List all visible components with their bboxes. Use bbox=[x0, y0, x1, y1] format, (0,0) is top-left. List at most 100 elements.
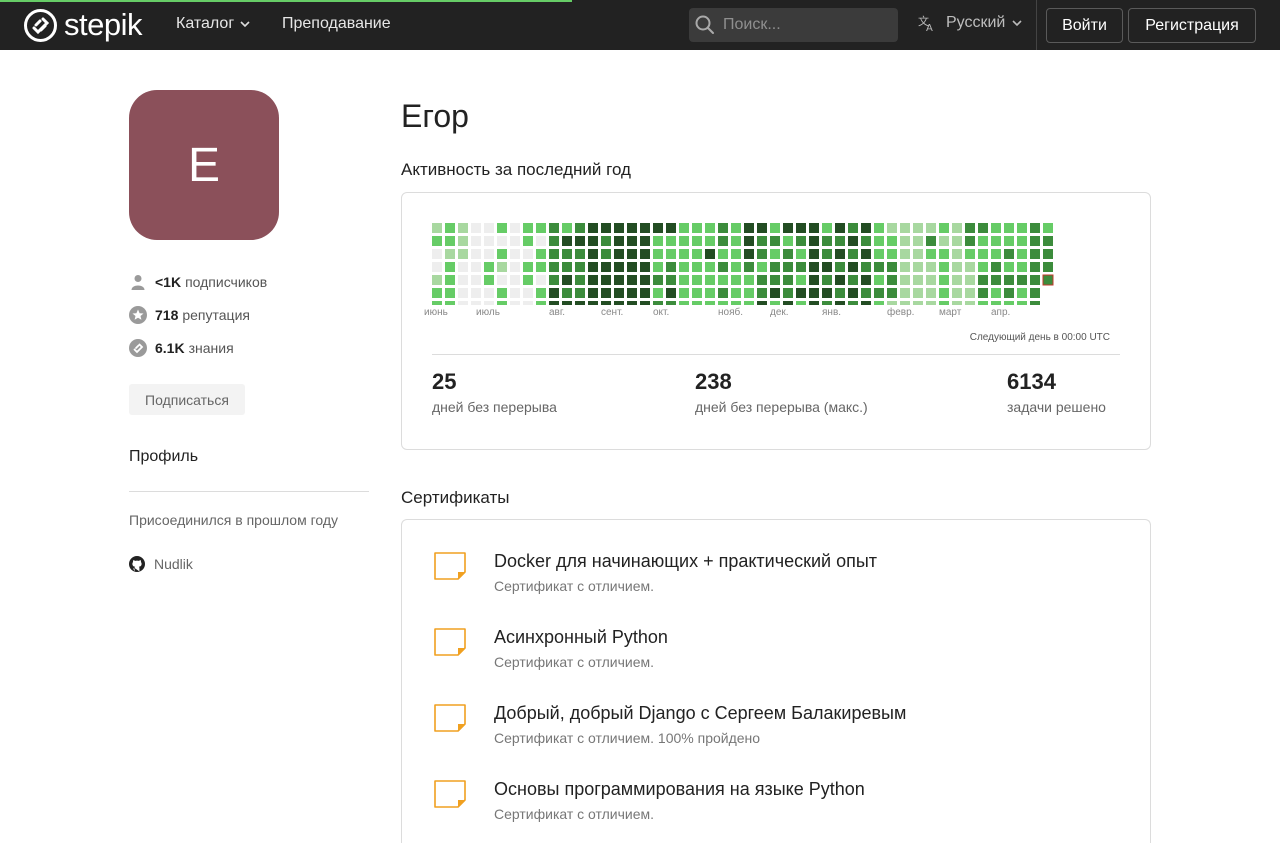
heatmap-cell[interactable] bbox=[978, 249, 988, 259]
heatmap-cell[interactable] bbox=[757, 249, 767, 259]
search-box[interactable] bbox=[689, 8, 898, 42]
heatmap-cell[interactable] bbox=[757, 236, 767, 246]
heatmap-cell[interactable] bbox=[601, 236, 611, 246]
heatmap-cell[interactable] bbox=[965, 249, 975, 259]
heatmap-cell[interactable] bbox=[536, 301, 546, 305]
heatmap-cell[interactable] bbox=[679, 249, 689, 259]
certificate-item[interactable]: Docker для начинающих + практический опы… bbox=[433, 550, 877, 594]
heatmap-cell[interactable] bbox=[926, 249, 936, 259]
heatmap-cell[interactable] bbox=[653, 275, 663, 285]
certificate-title[interactable]: Docker для начинающих + практический опы… bbox=[494, 550, 877, 572]
heatmap-cell[interactable] bbox=[913, 262, 923, 272]
heatmap-cell[interactable] bbox=[1017, 236, 1027, 246]
heatmap-cell[interactable] bbox=[783, 236, 793, 246]
heatmap-cell[interactable] bbox=[1017, 223, 1027, 233]
heatmap-cell[interactable] bbox=[640, 236, 650, 246]
heatmap-cell[interactable] bbox=[900, 262, 910, 272]
heatmap-cell[interactable] bbox=[926, 301, 936, 305]
heatmap-cell[interactable] bbox=[978, 236, 988, 246]
heatmap-cell[interactable] bbox=[1030, 288, 1040, 298]
heatmap-cell[interactable] bbox=[1004, 262, 1014, 272]
heatmap-cell[interactable] bbox=[510, 249, 520, 259]
heatmap-cell[interactable] bbox=[926, 223, 936, 233]
heatmap-cell[interactable] bbox=[783, 223, 793, 233]
heatmap-cell[interactable] bbox=[471, 262, 481, 272]
heatmap-cell[interactable] bbox=[445, 301, 455, 305]
heatmap-cell[interactable] bbox=[484, 275, 494, 285]
heatmap-cell[interactable] bbox=[874, 223, 884, 233]
heatmap-cell[interactable] bbox=[861, 288, 871, 298]
heatmap-cell[interactable] bbox=[757, 223, 767, 233]
heatmap-cell[interactable] bbox=[523, 236, 533, 246]
heatmap-cell[interactable] bbox=[757, 262, 767, 272]
heatmap-cell[interactable] bbox=[991, 288, 1001, 298]
heatmap-cell[interactable] bbox=[1043, 236, 1053, 246]
heatmap-cell[interactable] bbox=[731, 288, 741, 298]
heatmap-cell[interactable] bbox=[588, 275, 598, 285]
heatmap-cell[interactable] bbox=[796, 262, 806, 272]
heatmap-cell[interactable] bbox=[614, 301, 624, 305]
heatmap-cell[interactable] bbox=[887, 236, 897, 246]
heatmap-cell[interactable] bbox=[848, 275, 858, 285]
heatmap-cell[interactable] bbox=[445, 288, 455, 298]
heatmap-cell[interactable] bbox=[601, 223, 611, 233]
heatmap-cell[interactable] bbox=[497, 236, 507, 246]
heatmap-cell[interactable] bbox=[614, 275, 624, 285]
heatmap-cell[interactable] bbox=[523, 262, 533, 272]
heatmap-cell[interactable] bbox=[679, 275, 689, 285]
nav-teaching[interactable]: Преподавание bbox=[282, 15, 391, 33]
heatmap-cell[interactable] bbox=[770, 236, 780, 246]
followers-stat[interactable]: <1K подписчиков bbox=[129, 273, 267, 291]
heatmap-cell[interactable] bbox=[718, 223, 728, 233]
heatmap-cell[interactable] bbox=[1030, 301, 1040, 305]
heatmap-cell[interactable] bbox=[692, 249, 702, 259]
heatmap-cell[interactable] bbox=[874, 288, 884, 298]
heatmap-cell[interactable] bbox=[744, 288, 754, 298]
heatmap-cell[interactable] bbox=[536, 223, 546, 233]
heatmap-cell[interactable] bbox=[692, 236, 702, 246]
register-button[interactable]: Регистрация bbox=[1128, 8, 1256, 43]
heatmap-cell-today[interactable] bbox=[1042, 274, 1054, 286]
heatmap-cell[interactable] bbox=[549, 288, 559, 298]
heatmap-cell[interactable] bbox=[965, 262, 975, 272]
heatmap-cell[interactable] bbox=[874, 275, 884, 285]
heatmap-cell[interactable] bbox=[796, 223, 806, 233]
heatmap-cell[interactable] bbox=[510, 301, 520, 305]
heatmap-cell[interactable] bbox=[562, 275, 572, 285]
heatmap-cell[interactable] bbox=[640, 223, 650, 233]
certificate-item[interactable]: Добрый, добрый Django с Сергеем Балакире… bbox=[433, 702, 906, 746]
heatmap-cell[interactable] bbox=[614, 249, 624, 259]
heatmap-cell[interactable] bbox=[445, 223, 455, 233]
heatmap-cell[interactable] bbox=[913, 223, 923, 233]
heatmap-cell[interactable] bbox=[614, 223, 624, 233]
heatmap-cell[interactable] bbox=[861, 223, 871, 233]
heatmap-cell[interactable] bbox=[939, 236, 949, 246]
heatmap-cell[interactable] bbox=[666, 236, 676, 246]
heatmap-cell[interactable] bbox=[783, 275, 793, 285]
heatmap-cell[interactable] bbox=[1017, 275, 1027, 285]
heatmap-cell[interactable] bbox=[627, 236, 637, 246]
stepik-logo[interactable]: stepik bbox=[24, 8, 142, 42]
heatmap-cell[interactable] bbox=[952, 301, 962, 305]
heatmap-cell[interactable] bbox=[822, 275, 832, 285]
heatmap-cell[interactable] bbox=[965, 236, 975, 246]
heatmap-cell[interactable] bbox=[783, 249, 793, 259]
heatmap-cell[interactable] bbox=[458, 262, 468, 272]
heatmap-cell[interactable] bbox=[848, 288, 858, 298]
heatmap-cell[interactable] bbox=[497, 249, 507, 259]
heatmap-cell[interactable] bbox=[627, 262, 637, 272]
heatmap-cell[interactable] bbox=[510, 262, 520, 272]
heatmap-cell[interactable] bbox=[432, 288, 442, 298]
heatmap-cell[interactable] bbox=[926, 236, 936, 246]
heatmap-cell[interactable] bbox=[913, 249, 923, 259]
heatmap-cell[interactable] bbox=[731, 236, 741, 246]
heatmap-cell[interactable] bbox=[679, 301, 689, 305]
heatmap-cell[interactable] bbox=[887, 249, 897, 259]
heatmap-cell[interactable] bbox=[718, 262, 728, 272]
heatmap-cell[interactable] bbox=[458, 275, 468, 285]
heatmap-cell[interactable] bbox=[562, 262, 572, 272]
heatmap-cell[interactable] bbox=[588, 236, 598, 246]
heatmap-cell[interactable] bbox=[484, 288, 494, 298]
heatmap-cell[interactable] bbox=[536, 288, 546, 298]
heatmap-cell[interactable] bbox=[731, 223, 741, 233]
